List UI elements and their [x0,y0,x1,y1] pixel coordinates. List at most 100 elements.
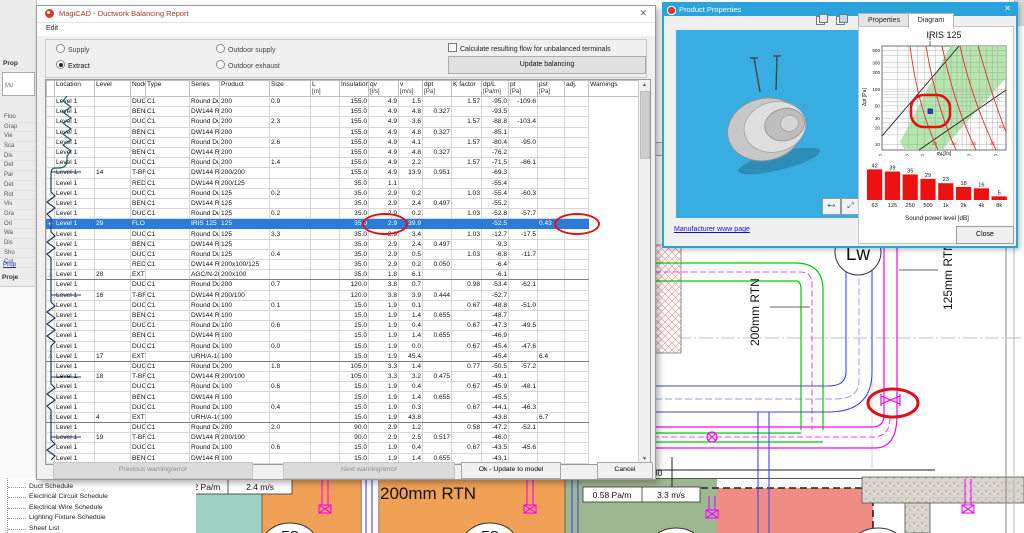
column-header[interactable]: Location [54,80,95,97]
column-header[interactable]: v [m/s] [398,80,423,97]
svg-text:30: 30 [919,153,926,156]
radio-extract[interactable]: Extract [56,60,90,70]
column-header[interactable]: dpt [Pa] [422,80,452,97]
type-selector[interactable]: Mo [2,72,35,96]
column-header[interactable]: pst [Pa] [537,80,565,97]
concrete-wall [861,476,1024,504]
table-row[interactable]: Level 1REDUCERC1DW144 Rect200x100/12535.… [46,258,639,271]
schedule-item[interactable]: Electrical Circuit Schedule [0,492,196,502]
schedule-item[interactable]: Sheet List [0,524,196,533]
column-header[interactable]: L [m] [310,80,340,97]
update-balancing-button[interactable]: Update balancing [448,56,646,74]
row-gutter [46,309,55,322]
properties-help-link[interactable]: Prop [3,261,16,268]
table-row[interactable]: Level 1DUCTC1Round Duct1000.615.01.90.40… [46,442,639,454]
table-row[interactable]: Level 116T-BRANCHC1DW144 Rou200/100120.0… [46,289,639,301]
svg-text:29: 29 [925,173,931,179]
table-row[interactable]: Level 1REDUCERC1DW144 Rou200/12535.01.1-… [46,177,639,189]
close-icon[interactable]: ✕ [639,8,647,19]
tab-diagram[interactable]: Diagram [908,13,954,29]
table-row[interactable]: Level 1DUCTC1Round Duct2002.6155.04.94.1… [46,136,639,148]
table-row[interactable]: Level 1DUCTC1Round Duct1250.235.02.90.21… [46,187,639,199]
column-header[interactable]: qv [l/s] [368,80,399,97]
column-header[interactable]: K factor [451,80,482,97]
column-header[interactable]: Type [145,80,190,97]
radio-outdoor-supply[interactable]: Outdoor supply [216,44,275,54]
row-gutter [46,157,55,169]
chart-title: IRIS 125 [926,30,961,40]
column-header[interactable]: adj. [564,80,589,97]
close-icon[interactable]: ✕ [1004,4,1011,13]
scroll-up-icon[interactable]: ▲ [639,80,650,90]
palette-row: Grap [0,123,36,133]
row-gutter [46,208,55,220]
svg-text:18: 18 [960,181,966,187]
table-row[interactable]: Level 1BEND-90C1DW144 Rou10015.01.91.40.… [46,391,639,403]
column-header[interactable]: Size [269,80,311,97]
table-row[interactable]: Level 1DUCTC1Round Duct2001.4155.04.92.2… [46,157,639,169]
table-row[interactable]: Level 114T-BRANCHC1DW144 Rou200/200155.0… [46,167,639,179]
table-row[interactable]: Level 1DUCTC1Round Duct1000.615.01.90.40… [46,320,639,332]
palette-header: Prop [3,60,18,67]
schedule-item[interactable]: Lighting Fixture Schedule [0,513,196,523]
table-row[interactable]: △Level 117EXTRACTURH/A-10010015.01.945.4… [46,350,639,362]
table-row[interactable]: Level 1DUCTC1Round Duct2002.090.02.91.20… [46,421,639,434]
palette-row: Gra [0,210,36,220]
next-warning-button[interactable]: Next warning/error [283,462,455,479]
table-row[interactable]: △Level 128EXTRACTAGC/N-200-200x10035.01.… [46,269,639,281]
operating-point [927,108,933,114]
options-group: Supply Extract Outdoor supply Outdoor ex… [45,39,647,78]
table-row[interactable]: Level 1DUCTC1Round Duct1000.115.01.90.10… [46,299,639,311]
table-row[interactable]: △Level 14EXTRACTURH/A-10010015.01.943.8-… [46,411,639,424]
column-header[interactable]: Node [130,80,146,97]
table-row[interactable]: Level 1BEND-90C1DW144 Rou200155.04.94.80… [46,146,639,159]
table-row[interactable]: Level 1DUCTC1Round Duct1253.335.02.93.41… [46,228,639,240]
column-header[interactable]: Insulation [339,80,369,97]
radio-supply[interactable]: Supply [56,44,89,54]
column-header[interactable]: Product [219,80,270,97]
checkbox-unbalanced-terminals[interactable]: Calculate resulting flow for unbalanced … [448,43,611,53]
column-header[interactable]: pt [Pa] [508,80,538,97]
measure-icon[interactable]: ⊷ [822,198,841,215]
wireframe-cube-icon[interactable] [816,14,828,25]
table-row[interactable]: Level 1DUCTC1Round Duct2000.7120.03.80.7… [46,279,639,291]
table-row[interactable]: Level 1DUCTC1Round Duct2000.9155.04.91.5… [46,95,639,108]
table-row[interactable]: Level 1DUCTC1Round Duct2002.3155.04.93.6… [46,116,639,128]
table-row[interactable]: Level 1DUCTC1Round Duct1000.015.01.90.00… [46,340,639,352]
table-row[interactable]: Level 1DUCTC1Round Duct1000.615.01.90.40… [46,381,639,393]
ok-update-button[interactable]: Ok - Update to model [461,462,561,479]
product-3d-viewport[interactable]: ⊷ ⤢ [676,30,860,218]
table-row[interactable]: Level 1BEND-90C1DW144 Rou10015.01.91.40.… [46,330,639,342]
menu-edit[interactable]: Edit [46,25,58,32]
row-gutter [46,197,55,210]
table-row[interactable]: Level 1BEND-90C1DW144 Rou12535.02.92.40.… [46,197,639,210]
shaded-cube-icon[interactable] [836,14,848,25]
table-row[interactable]: Level 1DUCTC1Round Duct1000.415.01.90.30… [46,401,639,413]
table-row[interactable]: Level 1BEND-90C1DW144 Rou200155.04.94.80… [46,126,639,138]
previous-warning-button[interactable]: Previous warning/error [53,462,253,479]
column-header[interactable]: Level [94,80,131,97]
table-row[interactable]: Level 1BEND-90C1DW144 Rou200155.04.94.80… [46,106,639,118]
table-row[interactable]: Level 1DUCTC1Round Duct1250.235.02.90.21… [46,208,639,220]
schedule-item[interactable]: Duct Schedule [0,482,196,492]
table-row[interactable]: Level 119T-BRANCHC1DW144 Rou200/10090.02… [46,432,639,444]
column-header[interactable]: Warnings [588,80,639,97]
dialog-titlebar[interactable]: MagiCAD - Ductwork Balancing Report ✕ [37,6,655,23]
cancel-button[interactable]: Cancel [597,462,653,479]
column-header[interactable]: dp/L [Pa/m] [481,80,509,97]
manufacturer-link[interactable]: Manufacturer www page [674,226,750,233]
scrollbar-thumb[interactable] [640,91,650,159]
row-gutter [46,167,55,179]
table-row[interactable]: Level 1BEND-90C1DW144 Rou10015.01.91.40.… [46,309,639,322]
table-row[interactable]: Level 1DUCTC1Round Duct1250.435.02.90.51… [46,248,639,261]
table-scrollbar[interactable]: ▲ ▼ [638,80,650,464]
radio-outdoor-exhaust[interactable]: Outdoor exhaust [216,60,280,70]
panel-close-button[interactable]: Close [956,226,1014,244]
table-row[interactable]: Level 1DUCTC1Round Duct2001.8105.03.31.4… [46,360,639,373]
schedule-item[interactable]: Electrical Wire Schedule [0,503,196,513]
red-annotation-qv [362,213,408,235]
table-row[interactable]: Level 118T-BRANCHC1DW144 Rou200/100105.0… [46,371,639,383]
column-header[interactable]: Series [189,80,220,97]
table-row[interactable]: Level 1BEND-90C1DW144 Rou12535.02.92.40.… [46,238,639,250]
table-row[interactable]: ◈Level 129FLOWDAMPIRIS 12512535.02.939.9… [46,218,639,230]
